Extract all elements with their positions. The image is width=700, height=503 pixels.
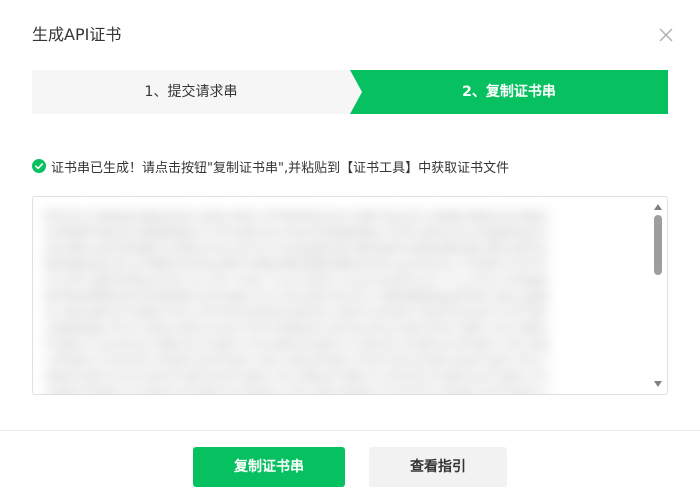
scrollbar-thumb[interactable] — [654, 215, 662, 275]
check-circle-icon — [32, 159, 46, 173]
step-progress: 1、提交请求串 2、复制证书串 — [32, 70, 668, 114]
generate-api-cert-dialog: 生成API证书 1、提交请求串 2、复制证书串 证书串已生成！请点击按钮"复制证… — [0, 0, 700, 503]
step-1-submit-request: 1、提交请求串 — [144, 84, 238, 100]
notice-text: 证书串已生成！请点击按钮"复制证书串",并粘贴到【证书工具】中获取证书文件 — [51, 160, 510, 176]
success-notice: 证书串已生成！请点击按钮"复制证书串",并粘贴到【证书工具】中获取证书文件 — [32, 156, 509, 176]
copy-cert-button[interactable]: 复制证书串 — [193, 447, 345, 487]
view-guide-button[interactable]: 查看指引 — [369, 447, 507, 487]
triangle-up-icon[interactable] — [653, 202, 663, 212]
cert-string-content: MIIE2zCCA8OgAwIBAgIUXq7vQ3bLk9Hc2J4T0mP8… — [45, 210, 549, 395]
triangle-down-icon[interactable] — [653, 379, 663, 389]
cert-string-textarea[interactable]: MIIE2zCCA8OgAwIBAgIUXq7vQ3bLk9Hc2J4T0mP8… — [32, 196, 668, 395]
close-button[interactable] — [654, 23, 678, 47]
dialog-title: 生成API证书 — [32, 25, 122, 44]
close-icon — [659, 28, 673, 42]
vertical-scrollbar[interactable] — [649, 197, 667, 394]
footer-divider — [0, 430, 700, 431]
step-2-copy-cert: 2、复制证书串 — [462, 84, 556, 100]
